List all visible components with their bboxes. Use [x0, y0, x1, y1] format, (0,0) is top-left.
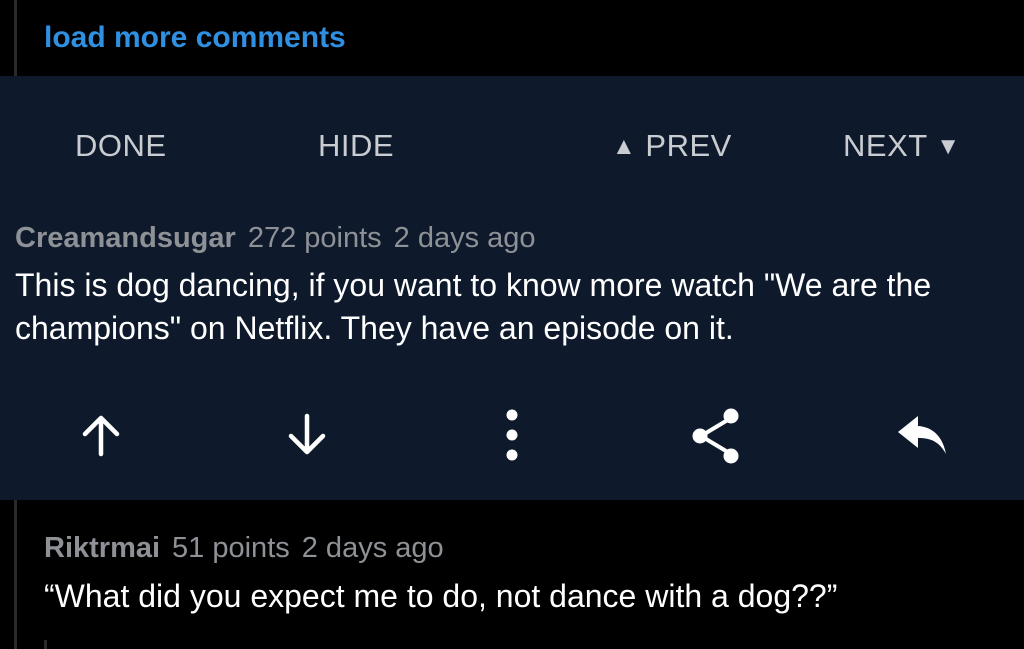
- thread-indent-line: [14, 500, 17, 649]
- triangle-down-icon: ▼: [936, 133, 961, 160]
- arrow-down-icon: [288, 413, 326, 455]
- comment-age: 2 days ago: [393, 222, 536, 254]
- hide-button[interactable]: HIDE: [318, 126, 394, 166]
- next-label: NEXT: [843, 128, 928, 163]
- more-options-button[interactable]: [477, 400, 547, 470]
- arrow-up-icon: [82, 415, 120, 457]
- selected-comment-panel: DONE HIDE ▲ PREV NEXT ▼ Creamandsugar 272…: [0, 76, 1024, 500]
- downvote-button[interactable]: [272, 400, 342, 470]
- comment-thread-screen: load more comments DONE HIDE ▲ PREV NEXT…: [0, 0, 1024, 649]
- reply-body: “What did you expect me to do, not dance…: [44, 578, 838, 614]
- next-button[interactable]: NEXT ▼: [843, 126, 961, 167]
- reply-icon: [898, 416, 946, 454]
- share-icon: [692, 408, 739, 464]
- thread-indent-line: [14, 0, 17, 76]
- reply-age: 2 days ago: [301, 532, 444, 564]
- comment-body: This is dog dancing, if you want to know…: [15, 267, 932, 346]
- comment-points: 272 points: [247, 222, 382, 254]
- reply-comment: Riktrmai 51 points 2 days ago “What did yo…: [0, 500, 1024, 649]
- done-button[interactable]: DONE: [75, 126, 167, 166]
- reply-points: 51 points: [172, 532, 290, 564]
- share-button[interactable]: [681, 400, 751, 470]
- reply-author[interactable]: Riktrmai: [44, 532, 160, 564]
- comment-author[interactable]: Creamandsugar: [15, 222, 236, 254]
- comment-meta: Creamandsugar 272 points 2 days ago: [15, 219, 536, 257]
- load-more-row: load more comments: [0, 0, 1024, 76]
- more-vertical-icon: [506, 409, 518, 461]
- load-more-comments-link[interactable]: load more comments: [44, 18, 346, 58]
- reply-button[interactable]: [887, 400, 957, 470]
- reply-meta: Riktrmai 51 points 2 days ago: [44, 529, 444, 567]
- nested-thread-line: [44, 640, 47, 649]
- prev-label: PREV: [645, 128, 732, 163]
- prev-button[interactable]: ▲ PREV: [612, 126, 732, 167]
- upvote-button[interactable]: [66, 400, 136, 470]
- triangle-up-icon: ▲: [612, 133, 637, 160]
